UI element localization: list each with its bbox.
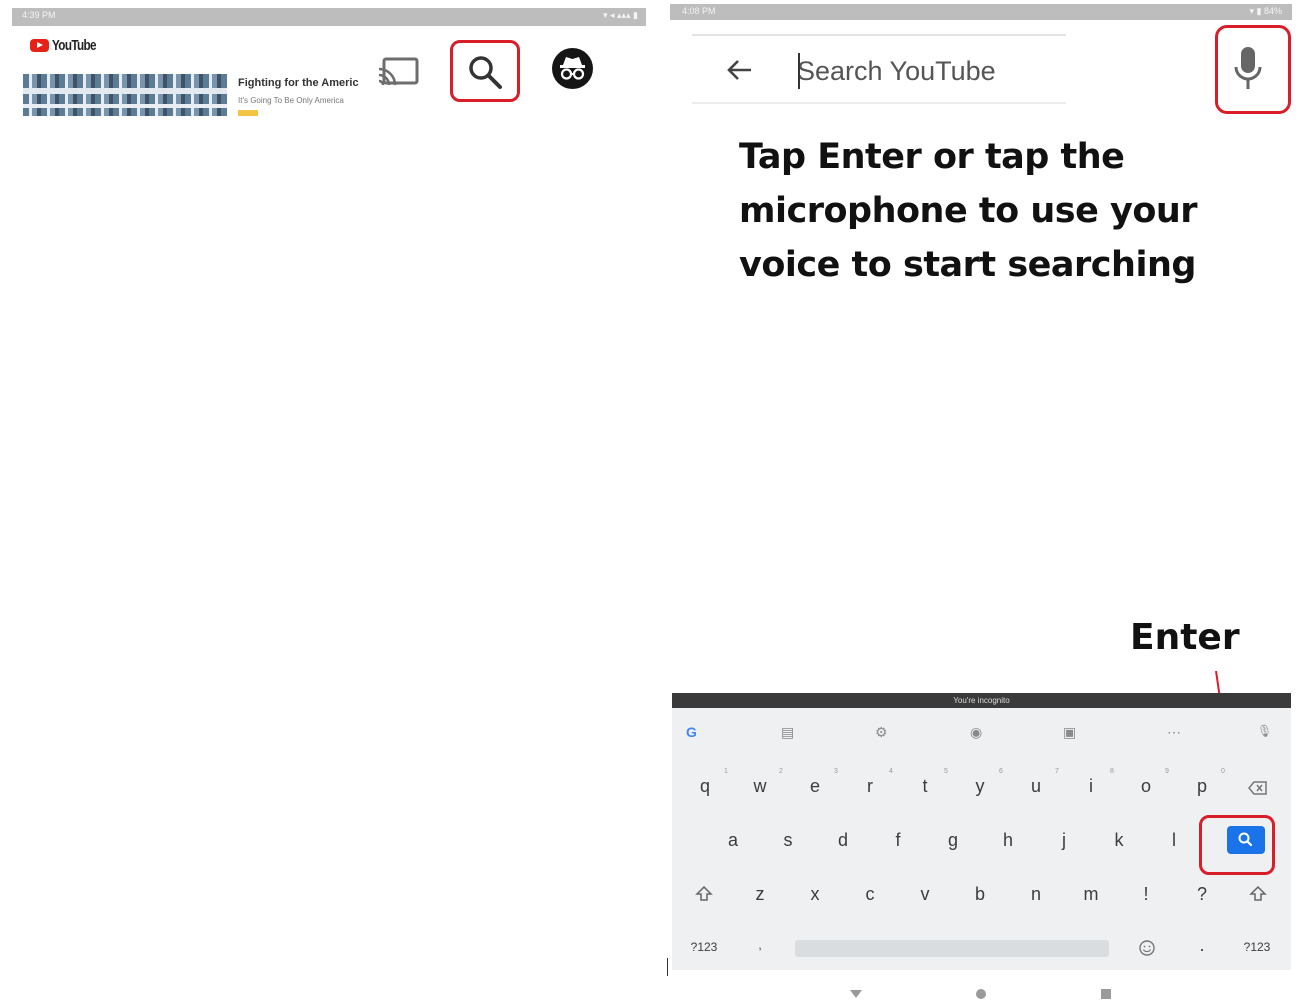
symbols-key-left[interactable]: ?123: [686, 940, 722, 954]
search-icon[interactable]: [465, 52, 505, 92]
key-d[interactable]: d: [828, 830, 858, 851]
key-f[interactable]: f: [883, 830, 913, 851]
right-status-bar: 4:08 PM ▾ ▮ 84%: [670, 4, 1292, 20]
key-j[interactable]: j: [1049, 830, 1079, 851]
google-g-icon[interactable]: G: [686, 724, 697, 740]
key-m[interactable]: m: [1076, 884, 1106, 905]
key-w[interactable]: w: [745, 776, 775, 797]
key-k[interactable]: k: [1104, 830, 1134, 851]
youtube-logo[interactable]: YouTube: [30, 37, 108, 54]
video-subtitle: It's Going To Be Only America: [238, 96, 344, 105]
video-badge: [238, 110, 258, 116]
nav-back-icon[interactable]: [849, 989, 863, 999]
settings-gear-icon[interactable]: ⚙: [875, 724, 888, 741]
left-status-time: 4:39 PM: [22, 10, 56, 20]
search-bar-bottom-divider: [692, 102, 1066, 104]
key-u[interactable]: u: [1021, 776, 1051, 797]
keyboard-mic-icon[interactable]: 🎙: [1257, 724, 1272, 738]
left-status-bar: 4:39 PM ▾ ◂ ▴▴▴ ▮: [12, 8, 646, 26]
key-v[interactable]: v: [910, 884, 940, 905]
right-status-icons: ▾ ▮ 84%: [1249, 6, 1282, 16]
video-title[interactable]: Fighting for the Americ: [238, 77, 359, 89]
key-t[interactable]: t: [910, 776, 940, 797]
key-hint: 3: [834, 768, 838, 775]
enter-annotation-label: Enter: [1130, 617, 1240, 658]
key-e[interactable]: e: [800, 776, 830, 797]
key-period[interactable]: .: [1187, 935, 1217, 956]
space-bar[interactable]: [795, 940, 1109, 957]
key-hint: 6: [999, 768, 1003, 775]
key-g[interactable]: g: [938, 830, 968, 851]
key-y[interactable]: y: [965, 776, 995, 797]
keyboard-incognito-banner: You're incognito: [672, 693, 1291, 708]
key-hint: 9: [1165, 768, 1169, 775]
youtube-play-icon: [30, 39, 49, 52]
nav-home-icon[interactable]: [975, 988, 987, 1000]
key-x[interactable]: x: [800, 884, 830, 905]
clipboard-icon[interactable]: ▤: [781, 724, 794, 741]
key-comma[interactable]: ,: [745, 938, 775, 952]
key-a[interactable]: a: [718, 830, 748, 851]
left-status-icons: ▾ ◂ ▴▴▴ ▮: [602, 10, 638, 20]
key-hint: 1: [724, 768, 728, 775]
youtube-logo-text: YouTube: [52, 37, 97, 54]
symbols-key-right[interactable]: ?123: [1239, 940, 1275, 954]
back-arrow-icon[interactable]: [726, 58, 754, 82]
key-exclamation[interactable]: !: [1131, 884, 1161, 905]
cast-icon[interactable]: [377, 55, 421, 89]
incognito-account-icon[interactable]: [552, 48, 593, 89]
key-l[interactable]: l: [1159, 830, 1189, 851]
key-z[interactable]: z: [745, 884, 775, 905]
emoji-icon[interactable]: [1138, 939, 1156, 957]
backspace-icon[interactable]: [1248, 780, 1268, 796]
microphone-icon[interactable]: [1232, 45, 1264, 93]
key-b[interactable]: b: [965, 884, 995, 905]
right-status-time: 4:08 PM: [682, 6, 716, 16]
more-options-icon[interactable]: ⋯: [1167, 724, 1181, 741]
key-c[interactable]: c: [855, 884, 885, 905]
key-r[interactable]: r: [855, 776, 885, 797]
key-n[interactable]: n: [1021, 884, 1051, 905]
search-input[interactable]: [797, 52, 1057, 90]
search-bar-top-divider: [692, 34, 1066, 36]
text-caret: [798, 53, 800, 89]
key-hint: 4: [889, 768, 893, 775]
key-hint: 8: [1110, 768, 1114, 775]
enter-key-highlight: [1199, 815, 1275, 875]
key-hint: 7: [1055, 768, 1059, 775]
key-hint: 2: [779, 768, 783, 775]
key-hint: 0: [1221, 768, 1225, 775]
key-question[interactable]: ?: [1187, 884, 1217, 905]
instruction-text: Tap Enter or tap the microphone to use y…: [739, 137, 1198, 285]
nav-recents-icon[interactable]: [1100, 988, 1112, 1000]
key-o[interactable]: o: [1131, 776, 1161, 797]
key-h[interactable]: h: [993, 830, 1023, 851]
key-q[interactable]: q: [690, 776, 720, 797]
key-i[interactable]: i: [1076, 776, 1106, 797]
edge-marker: [667, 958, 668, 976]
palette-icon[interactable]: ◉: [970, 724, 982, 741]
translate-icon[interactable]: ▣: [1063, 724, 1076, 741]
video-thumbnail[interactable]: [23, 74, 227, 116]
key-s[interactable]: s: [773, 830, 803, 851]
shift-left-icon[interactable]: [695, 885, 713, 903]
shift-right-icon[interactable]: [1249, 885, 1267, 903]
key-p[interactable]: p: [1187, 776, 1217, 797]
key-hint: 5: [944, 768, 948, 775]
